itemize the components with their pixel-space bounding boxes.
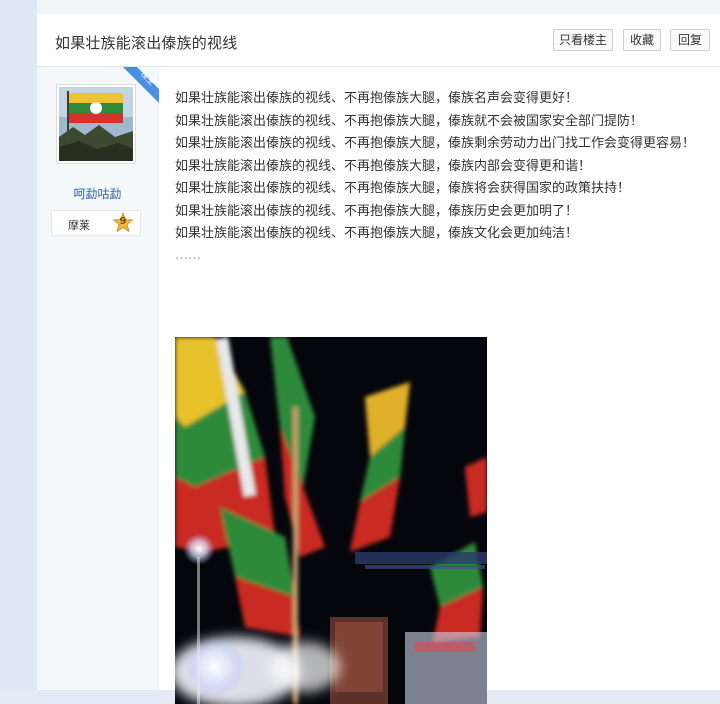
- top-strip: [37, 0, 720, 15]
- post-line: 如果壮族能滚出傣族的视线、不再抱傣族大腿，傣族将会获得国家的政策扶持！: [175, 181, 631, 196]
- post-line: 如果壮族能滚出傣族的视线、不再抱傣族大腿，傣族历史会更加明了！: [175, 203, 579, 219]
- author-sidebar: 呵勐咕勐 摩莱 9: [37, 67, 159, 690]
- favorite-button[interactable]: 收藏: [623, 29, 661, 51]
- thread-panel: 如果壮族能滚出傣族的视线 只看楼主 收藏 回复 呵勐咕勐 摩莱 9 楼主 如果壮…: [37, 14, 720, 704]
- flag-avatar-icon: [59, 87, 133, 161]
- post-line: 如果壮族能滚出傣族的视线、不再抱傣族大腿，傣族文化会更加纯洁！: [175, 226, 579, 241]
- star-badge-icon: 9: [112, 211, 134, 234]
- post-line: 如果壮族能滚出傣族的视线、不再抱傣族大腿，傣族剩余劳动力出门找工作会变得更容易！: [175, 136, 696, 151]
- op-ribbon-icon: 楼主: [123, 67, 159, 103]
- level-name: 摩莱: [68, 219, 90, 232]
- page-title: 如果壮族能滚出傣族的视线: [55, 34, 238, 52]
- thread-header: 如果壮族能滚出傣族的视线 只看楼主 收藏 回复: [37, 14, 720, 67]
- author-level: 摩莱 9: [51, 210, 141, 236]
- post-line: 如果壮族能滚出傣族的视线、不再抱傣族大腿，傣族内部会变得更和谐！: [175, 158, 592, 174]
- post-ellipsis: ……: [175, 247, 201, 263]
- post-body: 如果壮族能滚出傣族的视线、不再抱傣族大腿，傣族名声会变得更好！ 如果壮族能滚出傣…: [175, 88, 720, 266]
- post-image[interactable]: [175, 337, 487, 704]
- post-line: 如果壮族能滚出傣族的视线、不再抱傣族大腿，傣族就不会被国家安全部门提防！: [175, 113, 644, 129]
- reply-button[interactable]: 回复: [670, 29, 710, 51]
- author-name[interactable]: 呵勐咕勐: [37, 185, 158, 202]
- left-gutter: [0, 0, 38, 690]
- level-number: 9: [119, 216, 127, 227]
- post-line: 如果壮族能滚出傣族的视线、不再抱傣族大腿，傣族名声会变得更好！: [175, 91, 579, 106]
- only-op-button[interactable]: 只看楼主: [553, 29, 613, 51]
